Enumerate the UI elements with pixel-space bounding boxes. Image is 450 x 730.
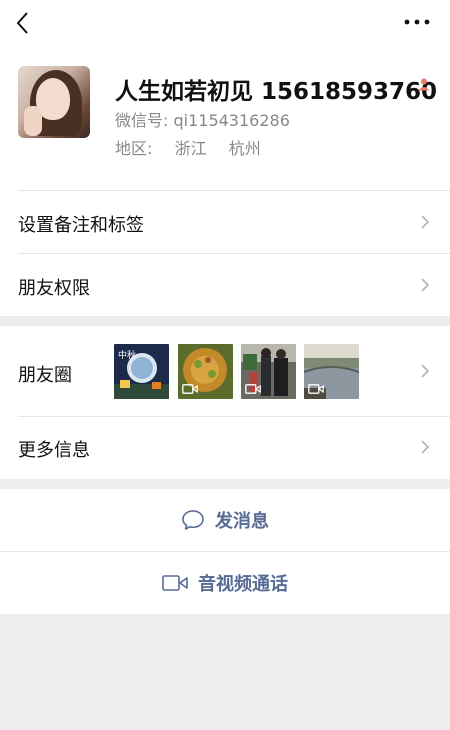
moon-festival-thumb: 中秋 xyxy=(114,344,169,399)
remark-tags-row[interactable]: 设置备注和标签 xyxy=(0,191,450,253)
contact-name: 人生如若初见 15618593760 xyxy=(115,79,438,105)
female-person-icon xyxy=(418,78,430,91)
remark-tags-label: 设置备注和标签 xyxy=(18,215,144,236)
chevron-right-icon xyxy=(421,278,430,292)
chevron-right-icon xyxy=(421,440,430,454)
info-group: 朋友圈 中秋 更多信息 xyxy=(0,326,450,479)
avatar[interactable] xyxy=(18,66,90,138)
video-icon xyxy=(182,384,198,394)
top-bar xyxy=(0,0,450,46)
voice-video-call-button[interactable]: 音视频通话 xyxy=(0,552,450,614)
svg-text:中秋: 中秋 xyxy=(118,349,136,361)
profile-header: 人生如若初见 15618593760 微信号: qi1154316286 地区:… xyxy=(0,46,450,190)
ellipsis-icon[interactable] xyxy=(404,12,430,32)
chevron-left-icon[interactable] xyxy=(14,10,34,36)
video-icon xyxy=(308,384,324,394)
send-message-button[interactable]: 发消息 xyxy=(0,489,450,551)
region-city: 杭州 xyxy=(228,139,261,158)
region-province: 浙江 xyxy=(174,139,207,158)
region-label: 地区: xyxy=(115,139,153,158)
chat-bubble-icon xyxy=(182,510,204,530)
street-thumb xyxy=(241,344,296,399)
river-bridge-thumb xyxy=(304,344,359,399)
friend-permissions-label: 朋友权限 xyxy=(18,278,90,299)
settings-group: 设置备注和标签 朋友权限 xyxy=(0,190,450,316)
more-info-label: 更多信息 xyxy=(18,440,90,461)
food-thumb xyxy=(178,344,233,399)
chevron-right-icon xyxy=(421,364,430,378)
video-icon xyxy=(245,384,261,394)
more-info-row[interactable]: 更多信息 xyxy=(0,417,450,479)
moments-row[interactable]: 朋友圈 中秋 xyxy=(0,326,450,416)
wechat-id: 微信号: qi1154316286 xyxy=(115,111,290,130)
friend-permissions-row[interactable]: 朋友权限 xyxy=(0,254,450,316)
moments-label: 朋友圈 xyxy=(18,365,72,386)
chevron-right-icon xyxy=(421,215,430,229)
video-call-icon xyxy=(162,575,188,591)
voice-video-call-label: 音视频通话 xyxy=(198,574,288,595)
send-message-label: 发消息 xyxy=(215,511,269,532)
region: 地区: 浙江 杭州 xyxy=(115,135,261,159)
